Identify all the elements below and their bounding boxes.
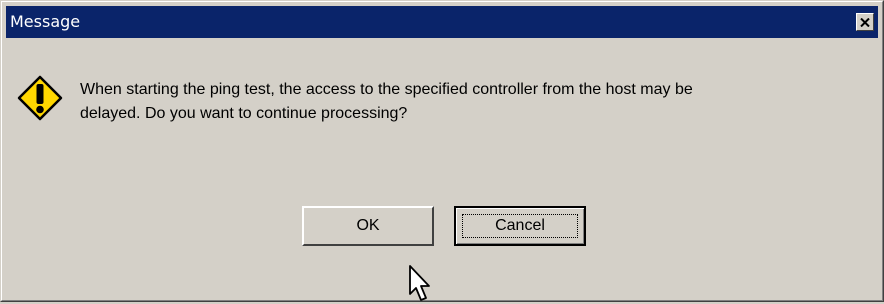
ok-button[interactable]: OK [302,206,434,246]
message-line-1: When starting the ping test, the access … [80,81,693,98]
message-line-2: delayed. Do you want to continue process… [80,105,408,122]
window-title: Message [10,12,81,31]
warning-icon [17,75,63,121]
message-text: When starting the ping test, the access … [80,78,860,126]
message-dialog: Message When starting the ping test, the… [0,0,884,302]
close-button[interactable] [856,13,874,31]
close-icon [860,17,870,27]
title-bar[interactable]: Message [6,6,878,38]
cancel-button[interactable]: Cancel [454,206,586,246]
dialog-frame: Message When starting the ping test, the… [1,1,883,301]
mouse-pointer-icon [409,265,430,301]
cancel-button-label: Cancel [495,217,545,234]
ok-button-label: OK [356,217,380,234]
